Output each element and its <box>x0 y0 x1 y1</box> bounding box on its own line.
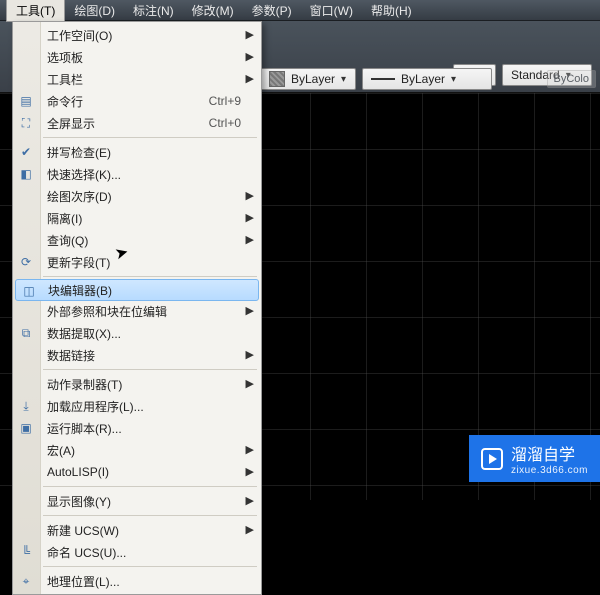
menu-separator <box>43 369 257 370</box>
dataextract-icon: ⧉ <box>18 325 34 341</box>
mi-autolisp[interactable]: AutoLISP(I) ▶ <box>13 461 261 483</box>
watermark-badge: 溜溜自学 zixue.3d66.com <box>469 435 600 482</box>
mi-inquiry[interactable]: 查询(Q) ▶ <box>13 229 261 251</box>
submenu-arrow-icon: ▶ <box>246 211 254 224</box>
mi-isolate[interactable]: 隔离(I) ▶ <box>13 207 261 229</box>
mi-runscript[interactable]: ▣ 运行脚本(R)... <box>13 417 261 439</box>
mi-palettes[interactable]: 选项板 ▶ <box>13 46 261 68</box>
tools-menu: 工作空间(O) ▶ 选项板 ▶ 工具栏 ▶ ▤ 命令行 Ctrl+9 ⛶ 全屏显… <box>12 21 262 595</box>
mi-workspace[interactable]: 工作空间(O) ▶ <box>13 24 261 46</box>
submenu-arrow-icon: ▶ <box>246 50 254 63</box>
bylayer-label: ByLayer <box>291 72 335 86</box>
menu-separator <box>43 137 257 138</box>
chevron-down-icon: ▾ <box>341 74 346 85</box>
mi-draworder[interactable]: 绘图次序(D) ▶ <box>13 185 261 207</box>
menu-separator <box>43 515 257 516</box>
menu-modify[interactable]: 修改(M) <box>183 0 243 21</box>
bycolor-label[interactable]: ByColo <box>547 70 596 88</box>
mi-quickselect[interactable]: ◧ 快速选择(K)... <box>13 163 261 185</box>
runscript-icon: ▣ <box>18 420 34 436</box>
terminal-icon: ▤ <box>18 93 34 109</box>
play-icon <box>481 448 503 470</box>
menu-help[interactable]: 帮助(H) <box>362 0 421 21</box>
spellcheck-icon: ✔ <box>18 144 34 160</box>
menubar: 工具(T) 绘图(D) 标注(N) 修改(M) 参数(P) 窗口(W) 帮助(H… <box>0 0 600 21</box>
mi-blockeditor[interactable]: ◫ 块编辑器(B) <box>15 279 259 301</box>
mi-loadapp[interactable]: ⤓ 加载应用程序(L)... <box>13 395 261 417</box>
submenu-arrow-icon: ▶ <box>246 189 254 202</box>
chevron-down-icon: ▾ <box>451 74 456 85</box>
mi-updatefields[interactable]: ⟳ 更新字段(T) <box>13 251 261 273</box>
bylayer-dropdown-2[interactable]: ByLayer ▾ <box>362 68 492 90</box>
mi-spellcheck[interactable]: ✔ 拼写检查(E) <box>13 141 261 163</box>
menu-window[interactable]: 窗口(W) <box>301 0 362 21</box>
mi-fullscreen[interactable]: ⛶ 全屏显示 Ctrl+0 <box>13 112 261 134</box>
fullscreen-icon: ⛶ <box>18 115 34 131</box>
mi-dataextract[interactable]: ⧉ 数据提取(X)... <box>13 322 261 344</box>
mi-toolbars[interactable]: 工具栏 ▶ <box>13 68 261 90</box>
blockeditor-icon: ◫ <box>21 283 37 299</box>
layer-swatch-icon <box>269 71 285 87</box>
mi-commandline[interactable]: ▤ 命令行 Ctrl+9 <box>13 90 261 112</box>
ucs-icon: ╚ <box>18 544 34 560</box>
mi-datalink[interactable]: 数据链接 ▶ <box>13 344 261 366</box>
submenu-arrow-icon: ▶ <box>246 72 254 85</box>
menu-separator <box>43 566 257 567</box>
mi-geolocation[interactable]: ⌖ 地理位置(L)... <box>13 570 261 592</box>
menu-parameters[interactable]: 参数(P) <box>243 0 301 21</box>
submenu-arrow-icon: ▶ <box>246 233 254 246</box>
mi-actionrecorder[interactable]: 动作录制器(T) ▶ <box>13 373 261 395</box>
mi-newucs[interactable]: 新建 UCS(W) ▶ <box>13 519 261 541</box>
quickselect-icon: ◧ <box>18 166 34 182</box>
submenu-arrow-icon: ▶ <box>246 523 254 536</box>
submenu-arrow-icon: ▶ <box>246 494 254 507</box>
bylayer-dropdown-1[interactable]: ByLayer ▾ <box>260 68 356 90</box>
mi-macros[interactable]: 宏(A) ▶ <box>13 439 261 461</box>
submenu-arrow-icon: ▶ <box>246 377 254 390</box>
submenu-arrow-icon: ▶ <box>246 465 254 478</box>
submenu-arrow-icon: ▶ <box>246 348 254 361</box>
submenu-arrow-icon: ▶ <box>246 28 254 41</box>
line-icon <box>371 78 395 80</box>
menu-separator <box>43 486 257 487</box>
mi-xref-inplace[interactable]: 外部参照和块在位编辑 ▶ <box>13 300 261 322</box>
menu-draw[interactable]: 绘图(D) <box>65 0 124 21</box>
bylayer-label-2: ByLayer <box>401 72 445 86</box>
mi-namedcss[interactable]: ╚ 命名 UCS(U)... <box>13 541 261 563</box>
updatefield-icon: ⟳ <box>18 254 34 270</box>
watermark-subtitle: zixue.3d66.com <box>511 465 588 476</box>
watermark-title: 溜溜自学 <box>511 441 588 465</box>
geolocation-icon: ⌖ <box>18 573 34 589</box>
submenu-arrow-icon: ▶ <box>246 304 254 317</box>
menu-separator <box>43 276 257 277</box>
submenu-arrow-icon: ▶ <box>246 443 254 456</box>
mi-displayimage[interactable]: 显示图像(Y) ▶ <box>13 490 261 512</box>
loadapp-icon: ⤓ <box>18 398 34 414</box>
menu-annotate[interactable]: 标注(N) <box>124 0 183 21</box>
menu-tools[interactable]: 工具(T) <box>6 0 65 22</box>
